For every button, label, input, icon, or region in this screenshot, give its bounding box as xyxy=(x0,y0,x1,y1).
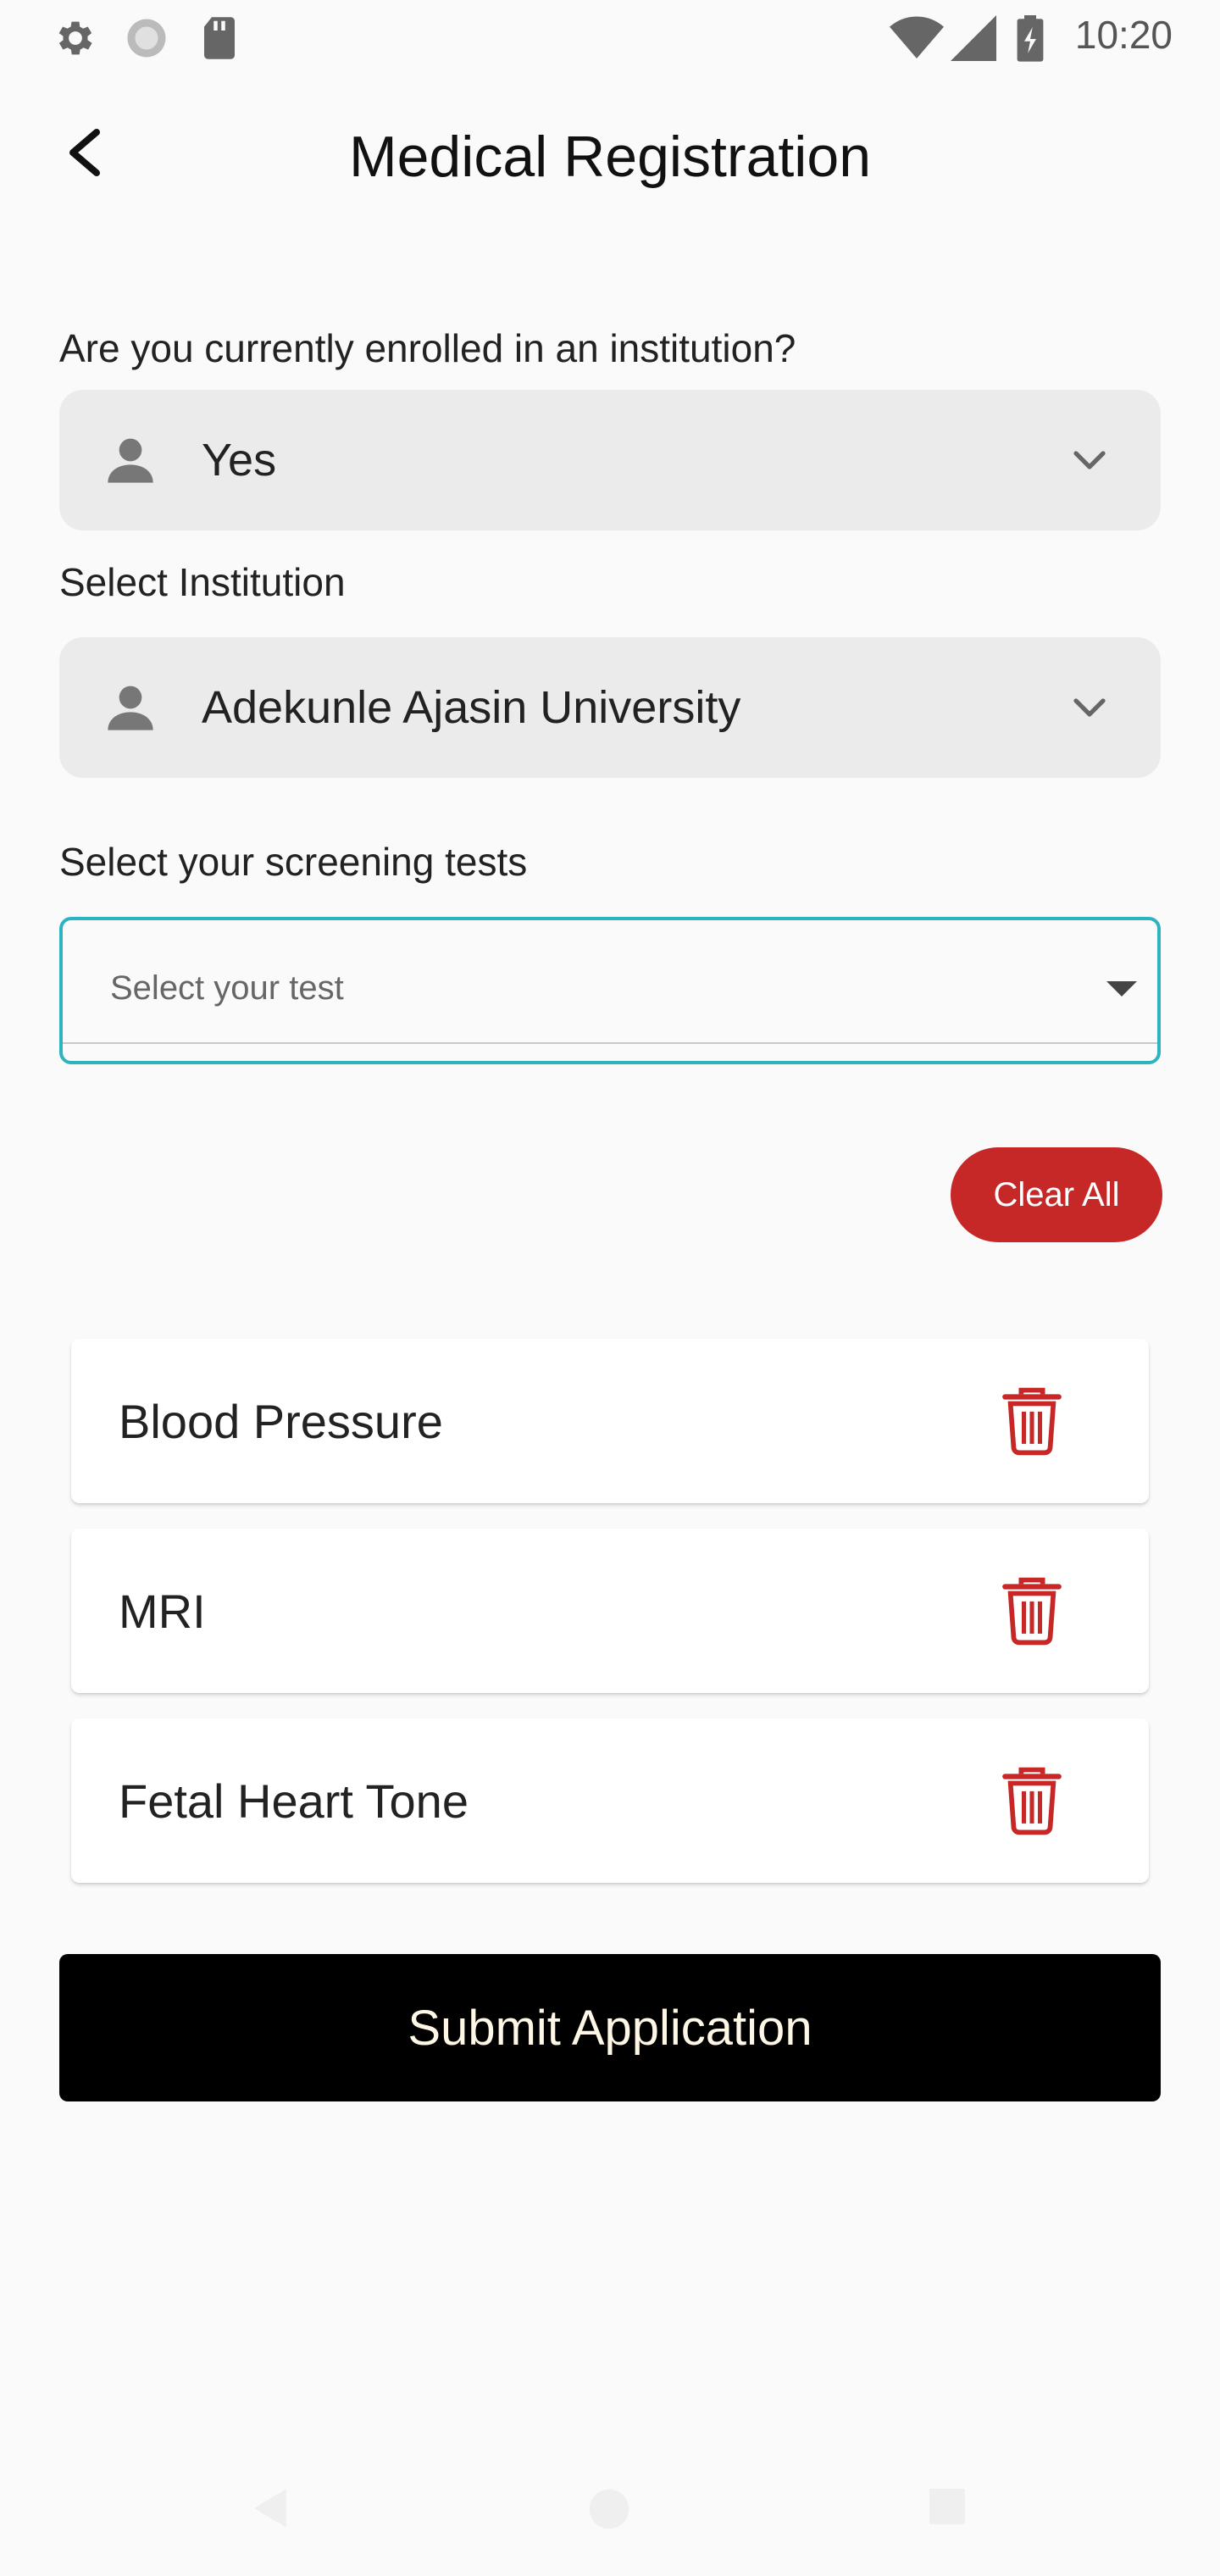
trash-icon[interactable] xyxy=(1000,1385,1064,1457)
person-icon xyxy=(108,686,153,730)
enrollment-label: Are you currently enrolled in an institu… xyxy=(59,326,796,370)
enrollment-select[interactable]: Yes xyxy=(59,390,1161,530)
institution-select[interactable]: Adekunle Ajasin University xyxy=(59,637,1161,778)
trash-icon[interactable] xyxy=(1000,1575,1064,1646)
nav-back-icon[interactable] xyxy=(246,2483,297,2534)
test-item: Blood Pressure xyxy=(71,1339,1149,1503)
status-time: 10:20 xyxy=(1074,13,1173,57)
test-item: Fetal Heart Tone xyxy=(71,1718,1149,1883)
test-item-name: MRI xyxy=(119,1584,206,1638)
dropdown-caret-icon xyxy=(1106,981,1137,997)
back-button[interactable] xyxy=(51,119,119,186)
page-title: Medical Registration xyxy=(348,125,872,189)
nav-home-icon[interactable] xyxy=(583,2483,635,2535)
enrollment-value: Yes xyxy=(202,435,277,486)
test-dropdown-placeholder: Select your test xyxy=(110,969,344,1007)
settings-icon xyxy=(58,21,92,55)
battery-icon xyxy=(1017,15,1044,62)
trash-icon[interactable] xyxy=(1000,1765,1064,1836)
institution-label: Select Institution xyxy=(59,560,346,604)
system-nav-bar xyxy=(0,2457,1220,2576)
test-item-name: Fetal Heart Tone xyxy=(119,1774,469,1828)
nav-recents-icon[interactable] xyxy=(923,2483,971,2530)
test-item: MRI xyxy=(71,1529,1149,1693)
chevron-down-icon xyxy=(1073,698,1106,717)
clear-all-button[interactable]: Clear All xyxy=(951,1147,1162,1242)
test-dropdown[interactable]: Select your test xyxy=(59,917,1161,1064)
status-bar: 10:20 xyxy=(0,0,1220,73)
chevron-down-icon xyxy=(1073,451,1106,469)
sd-card-icon xyxy=(204,17,235,59)
dropdown-underline xyxy=(63,1042,1157,1044)
institution-value: Adekunle Ajasin University xyxy=(202,682,741,733)
submit-application-button[interactable]: Submit Application xyxy=(59,1954,1161,2101)
signal-icon xyxy=(951,15,996,61)
wifi-icon xyxy=(890,16,944,58)
screening-label: Select your screening tests xyxy=(59,840,528,884)
back-arrow-icon xyxy=(69,129,100,176)
person-icon xyxy=(108,438,153,483)
test-item-name: Blood Pressure xyxy=(119,1394,443,1448)
sync-icon xyxy=(127,19,166,58)
